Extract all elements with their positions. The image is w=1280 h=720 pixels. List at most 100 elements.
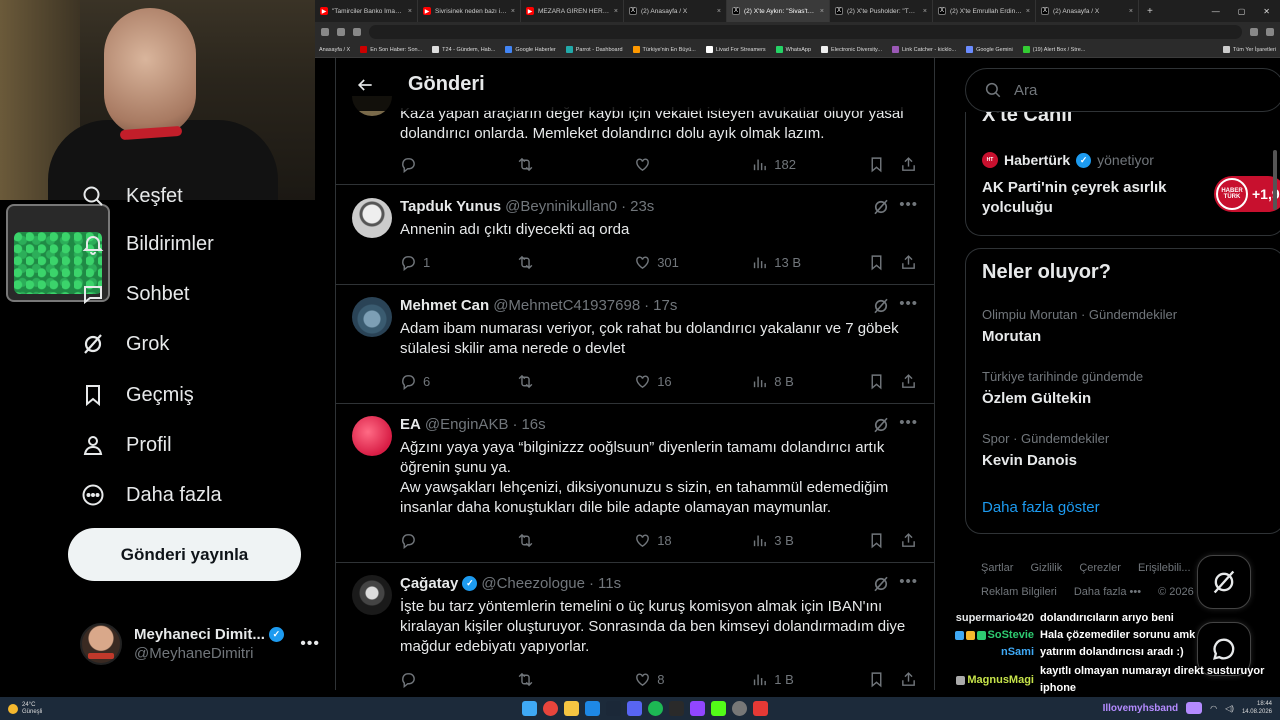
browser-tab[interactable]: X (2) Anasayfa / X × xyxy=(624,0,727,22)
close-icon[interactable]: × xyxy=(923,8,927,15)
app-icon[interactable] xyxy=(669,701,684,716)
trend-item[interactable]: Olimpiu Morutan · Gündemdekiler Morutan xyxy=(982,307,1272,345)
url-input[interactable] xyxy=(369,25,1242,39)
views-button[interactable]: 3 B xyxy=(751,532,868,549)
reply-button[interactable] xyxy=(400,532,517,549)
sidebar-item-grok[interactable]: Grok xyxy=(80,324,169,364)
grok-icon[interactable] xyxy=(872,575,890,593)
share-button[interactable] xyxy=(900,373,920,390)
footer-link[interactable]: Erişilebili... xyxy=(1138,562,1191,574)
sidebar-item-explore[interactable]: Keşfet xyxy=(80,176,183,216)
close-icon[interactable]: × xyxy=(717,8,721,15)
scrollbar-thumb[interactable] xyxy=(1273,150,1277,210)
more-icon[interactable]: ••• xyxy=(899,196,918,213)
views-button[interactable]: 13 B xyxy=(751,254,868,271)
sidebar-item-notifications[interactable]: Bildirimler xyxy=(80,224,214,264)
all-bookmarks-item[interactable]: Tüm Yer İşaretleri xyxy=(1222,46,1276,53)
views-button[interactable]: 1 B xyxy=(751,671,868,688)
account-switcher[interactable]: Meyhaneci Dimit... ✓ @MeyhaneDimitri ••• xyxy=(80,616,320,672)
retweet-button[interactable] xyxy=(517,671,634,688)
like-button[interactable]: 8 xyxy=(634,671,751,688)
steam-icon[interactable] xyxy=(606,701,621,716)
share-button[interactable] xyxy=(900,532,920,549)
volume-icon[interactable]: ◁) xyxy=(1225,704,1234,713)
grok-icon[interactable] xyxy=(872,198,890,216)
new-tab-button[interactable]: + xyxy=(1139,6,1161,17)
bookmark-button[interactable] xyxy=(868,532,900,549)
views-button[interactable]: 182 xyxy=(751,156,868,173)
browser-tab[interactable]: X (2) X'te Pusholder: "TOKİ... × xyxy=(830,0,933,22)
footer-link[interactable]: Gizlilik xyxy=(1030,562,1062,574)
sidebar-item-profile[interactable]: Profil xyxy=(80,425,172,465)
close-window-icon[interactable]: ✕ xyxy=(1263,7,1270,16)
tweet-author-handle[interactable]: @EnginAKB xyxy=(425,416,509,433)
tweet[interactable]: Çağatay ✓ @Cheezologue · 11s ••• İşte bu… xyxy=(336,563,934,690)
search-input[interactable]: Ara xyxy=(965,68,1280,112)
like-button[interactable]: 301 xyxy=(634,254,751,271)
tweet-timestamp[interactable]: 11s xyxy=(598,575,621,592)
footer-link[interactable]: Çerezler xyxy=(1079,562,1121,574)
bookmark-item[interactable]: Anasayfa / X xyxy=(319,47,350,53)
tray-app-icon[interactable] xyxy=(1186,702,1203,714)
tweet[interactable]: Tapduk Yunus @Beyninikullan0 · 23s ••• A… xyxy=(336,186,934,285)
reply-button[interactable]: 6 xyxy=(400,373,517,390)
reply-button[interactable] xyxy=(400,156,517,173)
browser-tab[interactable]: X (2) X'te Emrullah Erdinç "... × xyxy=(933,0,1036,22)
close-icon[interactable]: × xyxy=(1129,8,1133,15)
live-join-pill[interactable]: HABER TÜRK +1,9 xyxy=(1214,176,1280,212)
tweet-timestamp[interactable]: 23s xyxy=(630,198,654,215)
app-icon[interactable] xyxy=(753,701,768,716)
retweet-button[interactable] xyxy=(517,373,634,390)
windows-start-icon[interactable] xyxy=(522,701,537,716)
close-icon[interactable]: × xyxy=(614,8,618,15)
grok-icon[interactable] xyxy=(872,297,890,315)
tweet-author-name[interactable]: Çağatay xyxy=(400,575,458,592)
avatar[interactable] xyxy=(352,198,392,238)
reload-icon[interactable] xyxy=(353,28,361,36)
profile-icon[interactable] xyxy=(1266,28,1274,36)
footer-link[interactable]: Daha fazla ••• xyxy=(1074,586,1141,598)
tweet[interactable]: Mehmet Can @MehmetC41937698 · 17s ••• Ad… xyxy=(336,285,934,404)
forward-nav-icon[interactable] xyxy=(337,28,345,36)
like-button[interactable] xyxy=(634,156,751,173)
tweet-author-handle[interactable]: @Beyninikullan0 xyxy=(505,198,617,215)
more-icon[interactable]: ••• xyxy=(300,635,320,653)
live-description[interactable]: AK Parti'nin çeyrek asırlık yolculuğu xyxy=(982,178,1182,218)
page-scrollbar[interactable] xyxy=(1272,60,1278,690)
reply-button[interactable]: 1 xyxy=(400,254,517,271)
folder-icon[interactable] xyxy=(564,701,579,716)
app-icon[interactable] xyxy=(690,701,705,716)
clock[interactable]: 18:44 14.08.2026 xyxy=(1242,700,1272,716)
close-icon[interactable]: × xyxy=(408,8,412,15)
bookmark-item[interactable]: Türkiye'nin En Büyü... xyxy=(632,46,696,53)
trend-item[interactable]: Spor · Gündemdekiler Kevin Danois xyxy=(982,431,1272,469)
avatar[interactable] xyxy=(352,416,392,456)
spotify-icon[interactable] xyxy=(648,701,663,716)
tweet-timestamp[interactable]: 17s xyxy=(653,297,677,314)
avatar[interactable] xyxy=(352,297,392,337)
bookmark-item[interactable]: Google Haberler xyxy=(505,46,556,53)
bookmark-item[interactable]: En Son Haber: Son... xyxy=(360,46,422,53)
bookmark-item[interactable]: Electronic Diversity... xyxy=(821,46,882,53)
footer-link[interactable]: Şartlar xyxy=(981,562,1013,574)
browser-tab-active[interactable]: X(2) X'te Aykırı: "Sivas'ta arı...× xyxy=(727,0,830,22)
discord-icon[interactable] xyxy=(627,701,642,716)
browser-tab[interactable]: ▶Sivrisinek neden bazı insa...× xyxy=(418,0,521,22)
back-arrow-icon[interactable] xyxy=(348,68,382,102)
grok-icon[interactable] xyxy=(872,416,890,434)
tweet-author-name[interactable]: EA xyxy=(400,416,421,433)
share-button[interactable] xyxy=(900,671,920,688)
trend-item[interactable]: Türkiye tarihinde gündemde Özlem Gülteki… xyxy=(982,369,1272,407)
chrome-icon[interactable] xyxy=(543,701,558,716)
bookmark-item[interactable]: T24 - Gündem, Hab... xyxy=(432,46,495,53)
bookmark-item[interactable]: WhatsApp xyxy=(775,46,811,53)
grok-float-button[interactable] xyxy=(1197,555,1251,609)
retweet-button[interactable] xyxy=(517,156,634,173)
share-button[interactable] xyxy=(900,254,920,271)
browser-tab[interactable]: ▶"Tamirciler Banko İmamoğ...× xyxy=(315,0,418,22)
tweet-author-name[interactable]: Mehmet Can xyxy=(400,297,489,314)
retweet-button[interactable] xyxy=(517,532,634,549)
wifi-icon[interactable]: ◠ xyxy=(1210,704,1217,713)
like-button[interactable]: 18 xyxy=(634,532,751,549)
sidebar-item-more[interactable]: Daha fazla xyxy=(80,475,222,515)
